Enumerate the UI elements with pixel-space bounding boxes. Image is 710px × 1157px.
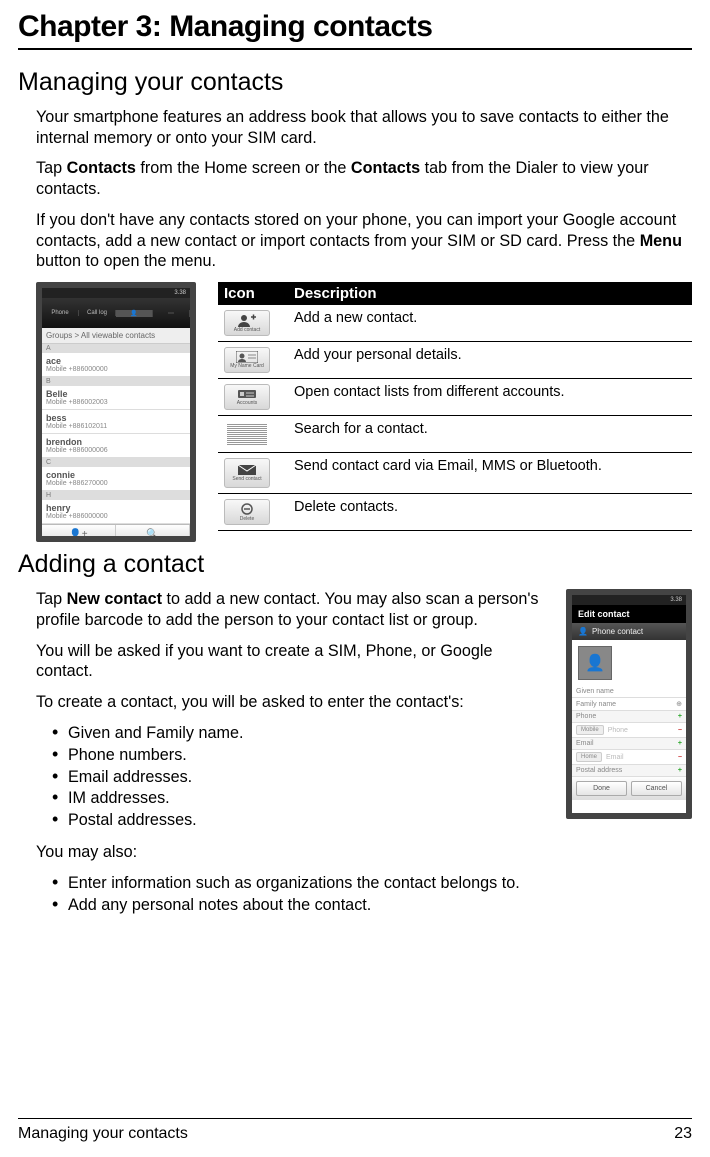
- list-item: IM addresses.: [52, 788, 552, 810]
- bullet-list: Enter information such as organizations …: [36, 873, 552, 917]
- cancel-button: Cancel: [631, 781, 682, 796]
- screenshot-edit-contact: 3.38 Edit contact 👤Phone contact 👤 Given…: [566, 589, 692, 819]
- delete-contact-icon: Delete: [224, 499, 270, 525]
- photo-placeholder-icon: 👤: [578, 646, 612, 680]
- list-item: Postal addresses.: [52, 810, 552, 832]
- icon-description-table: Icon Description Add contact Add a new c…: [218, 282, 692, 531]
- list-item: Email addresses.: [52, 767, 552, 789]
- list-item: Given and Family name.: [52, 723, 552, 745]
- bullet-list: Given and Family name. Phone numbers. Em…: [36, 723, 552, 832]
- list-item: Phone numbers.: [52, 745, 552, 767]
- table-row: Delete Delete contacts.: [218, 494, 692, 531]
- page-number: 23: [674, 1125, 692, 1143]
- accounts-icon: Accounts: [224, 384, 270, 410]
- table-row: Send contact Send contact card via Email…: [218, 453, 692, 494]
- paragraph: To create a contact, you will be asked t…: [36, 692, 552, 713]
- section-heading-managing: Managing your contacts: [18, 68, 692, 97]
- list-item: Add any personal notes about the contact…: [52, 895, 552, 917]
- done-button: Done: [576, 781, 627, 796]
- screenshot-contacts-list: 3.38 Phone Call log 👤 ⋯ Groups > All vie…: [36, 282, 196, 542]
- table-row: Add contact Add a new contact.: [218, 305, 692, 342]
- search-icon: [224, 421, 270, 447]
- paragraph: You may also:: [36, 842, 552, 863]
- footer-title: Managing your contacts: [18, 1125, 188, 1143]
- paragraph: Your smartphone features an address book…: [36, 107, 692, 148]
- table-header-icon: Icon: [218, 282, 288, 305]
- send-contact-icon: Send contact: [224, 458, 270, 488]
- chapter-title: Chapter 3: Managing contacts: [18, 10, 692, 50]
- table-row: My Name Card Add your personal details.: [218, 342, 692, 379]
- paragraph: If you don't have any contacts stored on…: [36, 210, 692, 272]
- paragraph: Tap New contact to add a new contact. Yo…: [36, 589, 552, 630]
- table-row: Accounts Open contact lists from differe…: [218, 379, 692, 416]
- add-contact-icon: Add contact: [224, 310, 270, 336]
- paragraph: Tap Contacts from the Home screen or the…: [36, 158, 692, 199]
- person-icon: 👤: [578, 627, 588, 636]
- table-row: Search for a contact.: [218, 416, 692, 453]
- my-details-icon: My Name Card: [224, 347, 270, 373]
- paragraph: You will be asked if you want to create …: [36, 641, 552, 682]
- page-footer: Managing your contacts 23: [18, 1118, 692, 1143]
- section-heading-adding: Adding a contact: [18, 550, 692, 579]
- list-item: Enter information such as organizations …: [52, 873, 552, 895]
- table-header-description: Description: [288, 282, 692, 305]
